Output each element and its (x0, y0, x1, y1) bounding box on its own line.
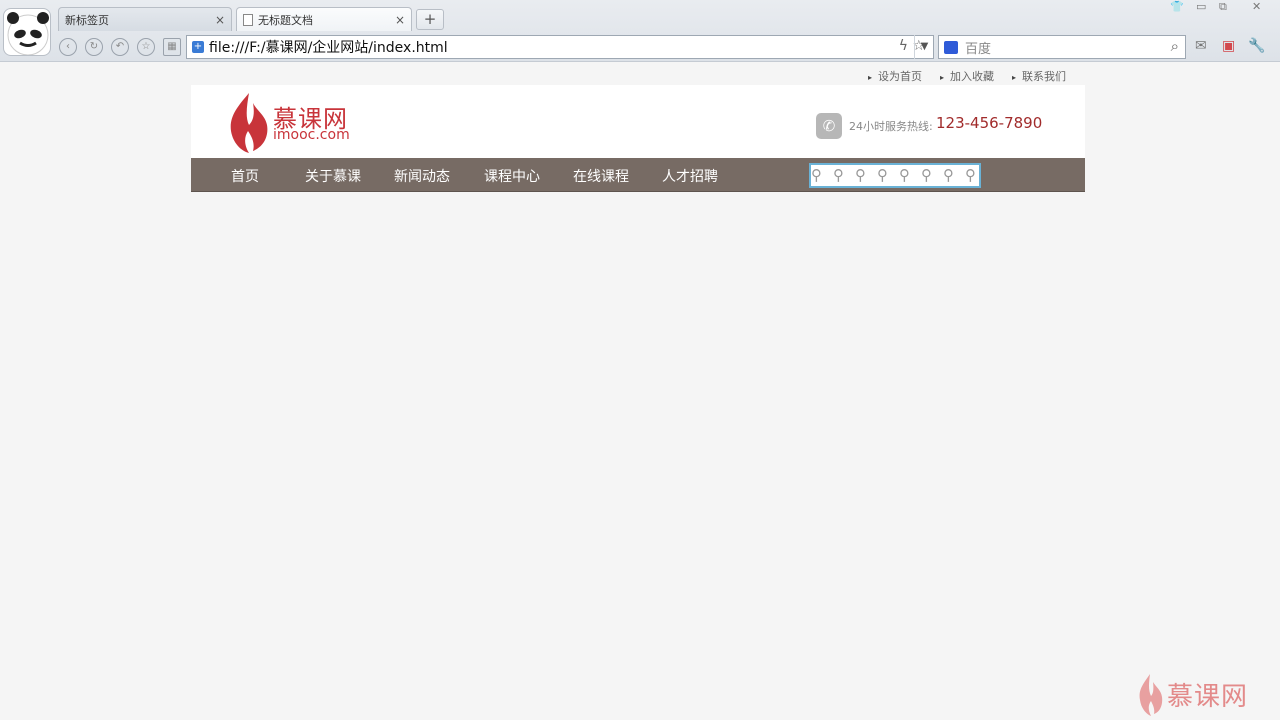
search-icon: ⚲ (855, 166, 866, 184)
search-icon: ⚲ (811, 166, 822, 184)
nav-item-online-courses[interactable]: 在线课程 (573, 166, 629, 186)
logo-en-text[interactable]: imooc.com (273, 127, 350, 143)
skin-icon[interactable]: 👕 (1170, 0, 1184, 13)
search-icon: ⚲ (833, 166, 844, 184)
add-favorite-link[interactable]: 加入收藏 (940, 68, 994, 84)
search-icon: ⚲ (921, 166, 932, 184)
apps-grid-icon[interactable]: ▦ (163, 38, 181, 56)
tab-label: 无标题文档 (258, 13, 313, 27)
contact-us-link[interactable]: 联系我们 (1012, 68, 1066, 84)
site-header: 慕课网 imooc.com ✆ 24小时服务热线: 123-456-7890 (191, 85, 1085, 158)
document-icon (243, 13, 253, 26)
search-icon: ⚲ (877, 166, 888, 184)
tools-wrench-icon[interactable]: 🔧 (1248, 38, 1265, 54)
browser-search-bar[interactable]: 百度 ⌕ (938, 35, 1186, 59)
url-dropdown-icon[interactable]: ▼ (914, 35, 934, 59)
favorite-star-icon[interactable]: ☆ (137, 38, 155, 56)
nav-item-courses[interactable]: 课程中心 (484, 166, 540, 186)
hotline-number: 123-456-7890 (936, 114, 1043, 132)
mail-icon[interactable]: ✉ (1195, 38, 1207, 54)
minimize-icon[interactable]: ▭ (1196, 0, 1206, 13)
search-icon: ⚲ (899, 166, 910, 184)
tab-untitled-document[interactable]: 无标题文档 × (236, 7, 412, 31)
nav-item-about[interactable]: 关于慕课 (305, 166, 361, 186)
nav-item-home[interactable]: 首页 (231, 166, 259, 186)
refresh-icon[interactable]: ↻ (85, 38, 103, 56)
tab-new-tab[interactable]: 新标签页 × (58, 7, 232, 31)
set-homepage-link[interactable]: 设为首页 (868, 68, 922, 84)
extension-icon[interactable]: ▣ (1222, 38, 1235, 54)
close-tab-icon[interactable]: × (215, 13, 225, 27)
lightning-icon[interactable]: ϟ (899, 38, 908, 54)
search-engine-placeholder: 百度 (965, 41, 992, 57)
nav-item-news[interactable]: 新闻动态 (394, 166, 450, 186)
search-icon: ⚲ (965, 166, 976, 184)
site-search-input[interactable]: ⚲ ⚲ ⚲ ⚲ ⚲ ⚲ ⚲ ⚲ (809, 163, 981, 188)
top-links: 设为首页 加入收藏 联系我们 (868, 68, 1066, 84)
url-text: file:///F:/慕课网/企业网站/index.html (209, 40, 448, 56)
undo-icon[interactable]: ↶ (111, 38, 129, 56)
security-shield-icon: + (192, 41, 204, 53)
search-icon: ⚲ (943, 166, 954, 184)
nav-item-careers[interactable]: 人才招聘 (662, 166, 718, 186)
web-page: 设为首页 加入收藏 联系我们 慕课网 imooc.com ✆ 24小时服务热线:… (0, 62, 1280, 720)
back-icon[interactable]: ‹ (59, 38, 77, 56)
new-tab-button[interactable]: + (416, 9, 444, 30)
search-icon[interactable]: ⌕ (1171, 37, 1179, 55)
phone-icon: ✆ (816, 113, 842, 139)
close-window-icon[interactable]: ✕ (1252, 0, 1261, 13)
hotline-label: 24小时服务热线: (849, 120, 933, 133)
main-nav: 首页 关于慕课 新闻动态 课程中心 在线课程 人才招聘 ⚲ ⚲ ⚲ ⚲ ⚲ ⚲ … (191, 158, 1085, 192)
baidu-paw-icon (944, 41, 958, 54)
panda-avatar-icon (7, 12, 49, 55)
close-tab-icon[interactable]: × (395, 13, 405, 27)
address-bar[interactable]: + file:///F:/慕课网/企业网站/index.html ϟ ☆ (186, 35, 934, 59)
restore-icon[interactable]: ⧉ (1219, 0, 1227, 14)
watermark-text: 慕课网 (1167, 682, 1249, 712)
user-avatar[interactable] (3, 8, 51, 56)
tab-label: 新标签页 (65, 13, 109, 27)
browser-chrome: 新标签页 × 无标题文档 × + 👕 ▭ ⧉ ✕ ‹ ↻ ↶ ☆ ▦ + fil… (0, 0, 1280, 62)
